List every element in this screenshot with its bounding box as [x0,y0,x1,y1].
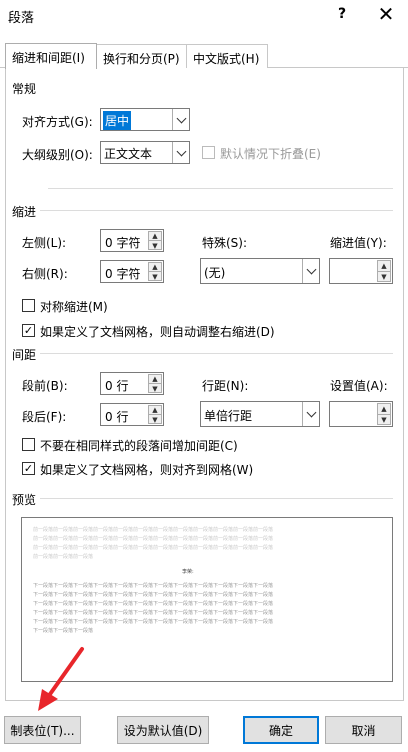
tabs-button[interactable]: 制表位(T)... [4,716,81,744]
chevron-down-icon[interactable] [302,259,319,283]
preview-next-line: 下一段落下一段落下一段落下一段落下一段落下一段落下一段落下一段落下一段落下一段落… [33,592,274,598]
spinner-arrows-icon[interactable]: ▲ ▼ [377,403,391,425]
outline-level-value: 正文文本 [104,147,153,161]
collapse-checkbox[interactable] [202,146,215,159]
preview-prev-line: 前一段落前一段落前一段落前一段落前一段落前一段落前一段落前一段落前一段落前一段落… [33,527,274,533]
indent-right-spinner[interactable]: 0 字符 ▲ ▼ [100,260,164,283]
annotation-arrow-icon [38,647,84,711]
auto-adjust-indent-checkbox[interactable]: ✓ [22,324,35,337]
line-spacing-label: 行距(N): [202,379,249,393]
snap-to-grid-label: 如果定义了文档网格，则对齐到网格(W) [40,463,254,477]
divider [40,353,393,354]
spacing-before-value: 0 行 [105,379,129,393]
indent-left-spinner[interactable]: 0 字符 ▲ ▼ [100,229,164,252]
preview-next-line: 下一段落下一段落下一段落下一段落下一段落下一段落下一段落下一段落下一段落下一段落… [33,610,274,616]
chevron-down-icon[interactable] [172,109,189,130]
snap-to-grid-checkbox[interactable]: ✓ [22,462,35,475]
spacing-before-label: 段前(B): [22,379,68,393]
preview-next-line: 下一段落下一段落下一段落下一段落下一段落下一段落下一段落下一段落下一段落下一段落… [33,583,274,589]
spinner-arrows-icon[interactable]: ▲ ▼ [148,231,162,250]
tab-line-page-breaks[interactable]: 换行和分页(P) [96,44,187,68]
chevron-down-icon[interactable] [302,402,319,426]
dialog-title: 段落 [8,11,35,26]
indent-left-value: 0 字符 [105,236,141,250]
preview-next-line-last: 下一段落下一段落下一段落 [33,628,94,634]
special-indent-label: 特殊(S): [202,236,248,250]
divider [48,188,393,189]
spacing-at-spinner[interactable]: ▲ ▼ [329,401,393,427]
indent-right-label: 右侧(R): [22,267,68,281]
preview-next-line: 下一段落下一段落下一段落下一段落下一段落下一段落下一段落下一段落下一段落下一段落… [33,601,274,607]
ok-button[interactable]: 确定 [243,716,319,744]
spinner-arrows-icon[interactable]: ▲ ▼ [377,260,391,282]
section-preview-label: 预览 [12,493,37,507]
spacing-after-spinner[interactable]: 0 行 ▲ ▼ [100,403,164,426]
spacing-at-label: 设置值(A): [330,379,388,393]
preview-sample-text: 李荣: [182,569,194,575]
collapse-label: 默认情况下折叠(E) [220,147,321,161]
spacing-before-spinner[interactable]: 0 行 ▲ ▼ [100,372,164,395]
outline-level-dropdown[interactable]: 正文文本 [100,141,190,164]
no-space-same-style-checkbox[interactable] [22,438,35,451]
special-indent-value: (无) [204,266,226,280]
special-indent-dropdown[interactable]: (无) [200,258,320,284]
line-spacing-dropdown[interactable]: 单倍行距 [200,401,320,427]
preview-prev-line-last: 前一段落前一段落前一段落 [33,554,94,560]
set-default-button[interactable]: 设为默认值(D) [117,716,209,744]
divider [40,210,393,211]
tab-indents-spacing[interactable]: 缩进和间距(I) [5,43,97,69]
auto-adjust-indent-label: 如果定义了文档网格，则自动调整右缩进(D) [40,325,275,339]
alignment-dropdown[interactable]: 居中 [100,108,190,131]
spacing-after-value: 0 行 [105,410,129,424]
indent-right-value: 0 字符 [105,267,141,281]
no-space-same-style-label: 不要在相同样式的段落间增加间距(C) [40,439,238,453]
spinner-arrows-icon[interactable]: ▲ ▼ [148,262,162,281]
preview-next-line: 下一段落下一段落下一段落下一段落下一段落下一段落下一段落下一段落下一段落下一段落… [33,619,274,625]
close-icon[interactable]: ✕ [374,2,398,26]
spinner-arrows-icon[interactable]: ▲ ▼ [148,374,162,393]
mirror-indent-checkbox[interactable] [22,299,35,312]
indent-by-label: 缩进值(Y): [330,236,387,250]
mirror-indent-label: 对称缩进(M) [40,300,108,314]
cancel-button[interactable]: 取消 [325,716,402,744]
help-icon[interactable]: ? [334,6,350,22]
preview-prev-line: 前一段落前一段落前一段落前一段落前一段落前一段落前一段落前一段落前一段落前一段落… [33,536,274,542]
alignment-label: 对齐方式(G): [22,115,93,129]
indent-left-label: 左侧(L): [22,236,67,250]
tab-asian-typography[interactable]: 中文版式(H) [186,44,268,68]
spacing-after-label: 段后(F): [22,410,67,424]
spinner-arrows-icon[interactable]: ▲ ▼ [148,405,162,424]
outline-level-label: 大纲级别(O): [22,148,93,162]
section-spacing-label: 间距 [12,348,37,362]
indent-by-spinner[interactable]: ▲ ▼ [329,258,393,284]
alignment-value: 居中 [103,111,132,130]
preview-prev-line: 前一段落前一段落前一段落前一段落前一段落前一段落前一段落前一段落前一段落前一段落… [33,545,274,551]
chevron-down-icon[interactable] [172,142,189,163]
section-general-label: 常规 [12,82,37,96]
section-indent-label: 缩进 [12,205,37,219]
line-spacing-value: 单倍行距 [204,409,253,423]
divider [40,498,393,499]
